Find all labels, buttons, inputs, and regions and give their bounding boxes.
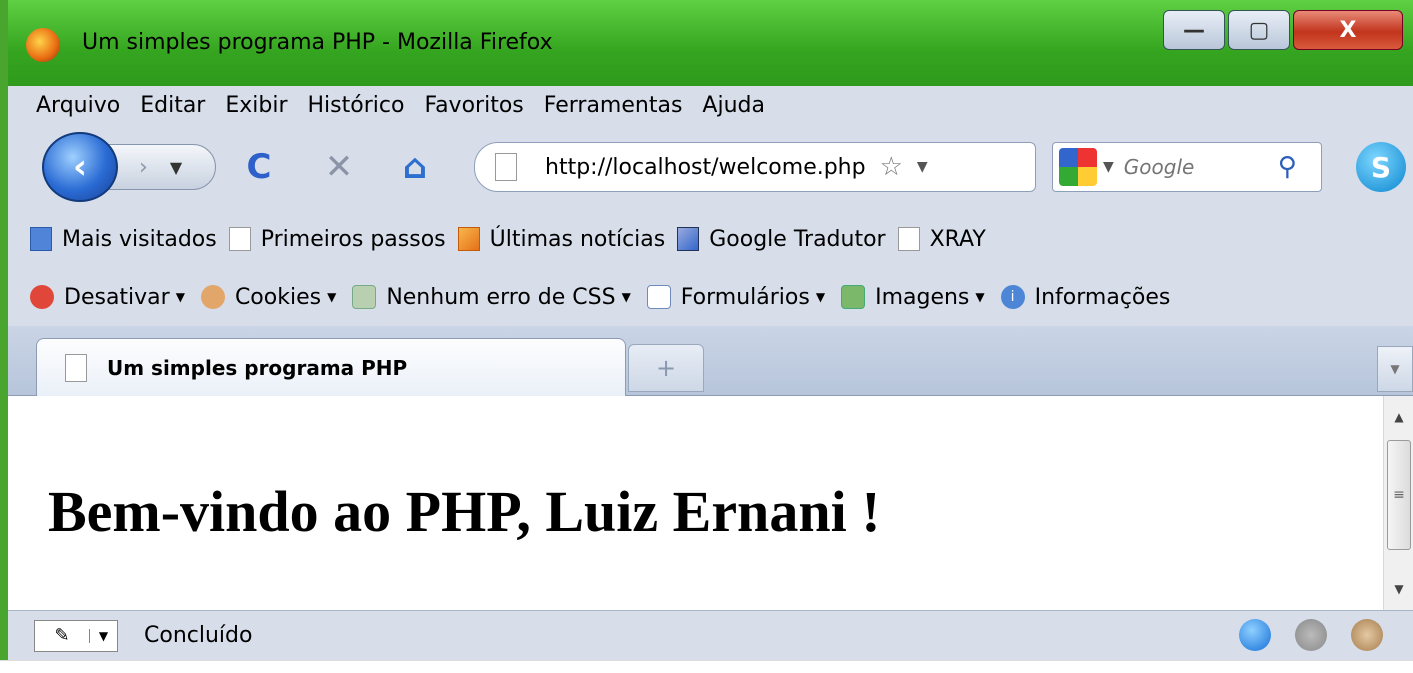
minimize-button[interactable]: — (1163, 10, 1225, 50)
menu-bar: Arquivo Editar Exibir Histórico Favorito… (8, 86, 1413, 124)
chevron-down-icon: ▼ (621, 290, 631, 304)
search-box[interactable]: ▼ ⚲ (1052, 142, 1322, 192)
webdev-informacoes[interactable]: i Informações (1000, 284, 1171, 310)
home-icon[interactable]: ⌂ (392, 144, 438, 190)
webdev-desativar[interactable]: Desativar ▼ (30, 285, 185, 310)
tab-label: Um simples programa PHP (107, 355, 408, 380)
page-heading: Bem-vindo ao PHP, Luiz Ernani ! (48, 479, 881, 544)
search-input[interactable] (1123, 155, 1274, 179)
menu-arquivo[interactable]: Arquivo (36, 93, 120, 118)
page-icon (495, 153, 517, 181)
bookmark-xray[interactable]: XRAY (897, 226, 986, 252)
tab-active[interactable]: Um simples programa PHP (36, 338, 626, 396)
image-icon (841, 285, 866, 309)
form-icon (646, 285, 671, 309)
page-icon (65, 353, 87, 382)
bookmarks-toolbar: Mais visitados Primeiros passos Últimas … (8, 210, 1413, 268)
navigation-toolbar: › ▼ ‹ C ✕ ⌂ http://localhost/welcome.php… (8, 124, 1413, 210)
page-icon (228, 227, 251, 251)
webdev-label: Informações (1034, 284, 1171, 310)
forward-arrow-icon: › (139, 154, 148, 180)
menu-exibir[interactable]: Exibir (225, 93, 287, 118)
chat-bubble-icon[interactable] (1239, 619, 1271, 651)
chevron-down-icon: ▼ (815, 290, 826, 304)
scroll-down-icon[interactable]: ▼ (1384, 574, 1413, 604)
bookmark-label: Primeiros passos (260, 226, 446, 252)
menu-editar[interactable]: Editar (140, 93, 205, 118)
browser-window: Um simples programa PHP - Mozilla Firefo… (0, 0, 1413, 660)
back-button[interactable]: ‹ (42, 132, 118, 202)
reload-icon[interactable]: C (236, 144, 282, 190)
bookmark-label: Google Tradutor (709, 226, 886, 252)
chevron-down-icon[interactable]: ▼ (89, 628, 117, 643)
status-bar: ✎ ▼ Concluído (8, 610, 1413, 660)
maximize-button[interactable]: ▢ (1228, 10, 1290, 50)
webdev-imagens[interactable]: Imagens ▼ (841, 285, 985, 310)
webdev-label: Nenhum erro de CSS (386, 284, 616, 310)
bookmark-ultimas-noticias[interactable]: Últimas notícias (457, 226, 666, 252)
chevron-down-icon: ▼ (327, 290, 337, 304)
web-developer-toolbar: Desativar ▼ Cookies ▼ Nenhum erro de CSS… (8, 268, 1413, 326)
bookmark-label: Últimas notícias (489, 226, 666, 252)
scroll-up-icon[interactable]: ▲ (1384, 402, 1413, 432)
tab-list-dropdown-icon[interactable]: ▼ (1377, 346, 1413, 392)
url-dropdown-icon[interactable]: ▼ (917, 159, 928, 175)
webdev-formularios[interactable]: Formulários ▼ (646, 284, 826, 310)
footer-artifact-strip (0, 660, 1413, 673)
bookmark-primeiros-passos[interactable]: Primeiros passos (228, 226, 446, 252)
menu-ferramentas[interactable]: Ferramentas (544, 93, 683, 118)
pen-icon: ✎ (54, 625, 70, 646)
webdev-label: Cookies (234, 284, 322, 310)
vertical-scrollbar[interactable]: ▲ ≡ ▼ (1383, 396, 1413, 610)
tab-strip: Um simples programa PHP + ▼ (8, 326, 1413, 396)
firebug-icon[interactable] (1295, 619, 1327, 651)
webdev-cookies[interactable]: Cookies ▼ (200, 284, 337, 310)
info-icon: i (1000, 285, 1025, 309)
disable-icon (30, 285, 54, 309)
firefox-logo-icon (26, 28, 60, 62)
menu-favoritos[interactable]: Favoritos (424, 93, 523, 118)
scroll-thumb[interactable]: ≡ (1387, 440, 1411, 550)
google-engine-icon[interactable] (1059, 148, 1097, 186)
engine-dropdown-icon[interactable]: ▼ (1103, 159, 1114, 175)
new-tab-button[interactable]: + (628, 344, 704, 392)
webdev-label: Desativar (64, 284, 170, 310)
status-icons (1215, 619, 1383, 651)
page-content: Bem-vindo ao PHP, Luiz Ernani ! (8, 396, 1383, 610)
greasemonkey-icon[interactable] (1351, 619, 1383, 651)
rss-icon (457, 227, 480, 251)
webdev-css[interactable]: Nenhum erro de CSS ▼ (352, 284, 631, 310)
bookmark-mais-visitados[interactable]: Mais visitados (30, 227, 217, 252)
css-icon (352, 285, 377, 309)
search-icon[interactable]: ⚲ (1278, 152, 1297, 182)
menu-ajuda[interactable]: Ajuda (702, 93, 765, 118)
url-text[interactable]: http://localhost/welcome.php (545, 155, 866, 180)
skype-icon[interactable]: S (1356, 142, 1406, 192)
window-title: Um simples programa PHP - Mozilla Firefo… (82, 30, 553, 55)
chevron-down-icon: ▼ (975, 290, 985, 304)
forward-button[interactable]: › ▼ (106, 144, 216, 190)
history-dropdown-icon[interactable]: ▼ (170, 158, 182, 177)
status-text: Concluído (144, 623, 253, 648)
tool-selector[interactable]: ✎ ▼ (34, 619, 118, 652)
most-visited-icon (30, 227, 52, 251)
bookmark-label: Mais visitados (62, 226, 217, 252)
webdev-label: Imagens (875, 284, 970, 310)
stop-icon[interactable]: ✕ (316, 144, 362, 190)
close-button[interactable]: X (1293, 10, 1403, 50)
url-bar[interactable]: http://localhost/welcome.php ☆ ▼ (474, 142, 1036, 192)
chevron-down-icon: ▼ (175, 290, 185, 304)
webdev-label: Formulários (680, 284, 810, 310)
cookies-icon (200, 285, 225, 309)
window-controls: — ▢ X (1160, 10, 1403, 50)
title-bar[interactable]: Um simples programa PHP - Mozilla Firefo… (8, 0, 1413, 86)
bookmark-google-tradutor[interactable]: Google Tradutor (677, 226, 886, 252)
translate-icon (677, 227, 700, 251)
page-icon (897, 227, 920, 251)
bookmark-label: XRAY (929, 226, 986, 252)
bookmark-star-icon[interactable]: ☆ (880, 152, 903, 182)
menu-historico[interactable]: Histórico (308, 93, 405, 118)
